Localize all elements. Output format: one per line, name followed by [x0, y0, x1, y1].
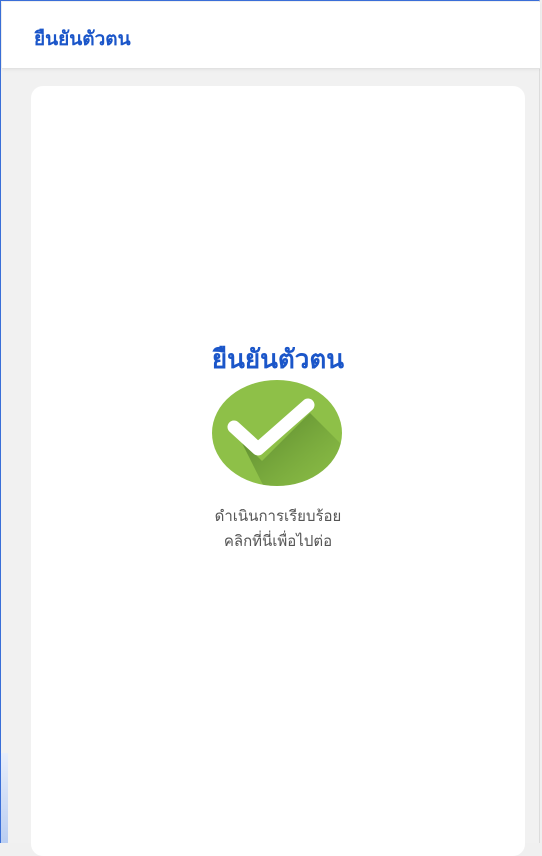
card-title: ยืนยันตัวตน [211, 345, 345, 375]
page-title: ยืนยันตัวตน [34, 28, 131, 50]
check-circle-icon [212, 380, 342, 486]
continue-link[interactable]: คลิกที่นี่เพื่อไปต่อ [31, 529, 525, 553]
left-edge-accent [1, 753, 8, 843]
app-frame: ยืนยันตัวตน ยืนยันตัวตน ดำเนินการเรียบร้… [0, 0, 540, 856]
success-message: ดำเนินการเรียบร้อย [214, 507, 342, 525]
top-bar: ยืนยันตัวตน [2, 2, 540, 69]
verification-card: ยืนยันตัวตน ดำเนินการเรียบร้อย คลิกที่นี… [31, 86, 525, 856]
